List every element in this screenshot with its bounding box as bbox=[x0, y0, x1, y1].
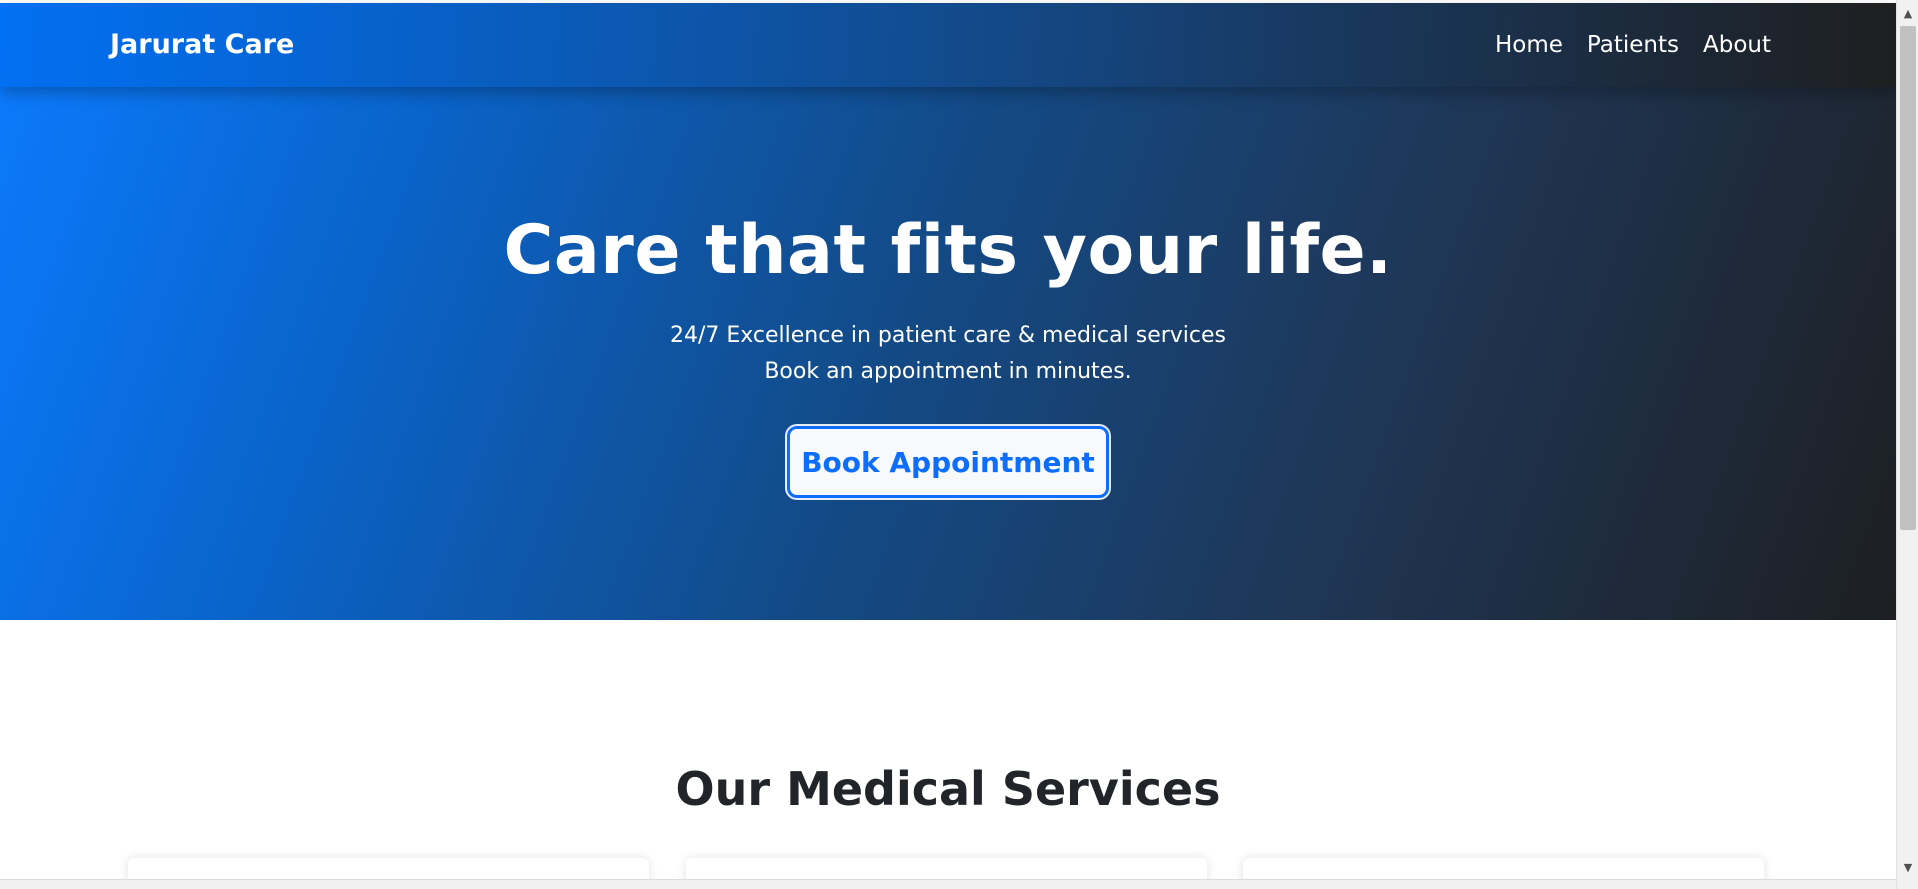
nav-link-home[interactable]: Home bbox=[1495, 32, 1563, 58]
page-viewport: Jarurat Care Home Patients About Care th… bbox=[0, 0, 1896, 879]
nav-links: Home Patients About bbox=[1495, 3, 1771, 87]
hero-section bbox=[0, 3, 1896, 620]
nav-link-patients[interactable]: Patients bbox=[1587, 32, 1679, 58]
service-card[interactable] bbox=[1243, 858, 1764, 879]
horizontal-scrollbar[interactable] bbox=[0, 879, 1896, 889]
scroll-up-arrow-icon[interactable]: ▲ bbox=[1901, 7, 1915, 21]
nav-link-about[interactable]: About bbox=[1703, 32, 1771, 58]
hero-title: Care that fits your life. bbox=[503, 211, 1393, 290]
top-navbar: Jarurat Care Home Patients About bbox=[0, 3, 1896, 87]
hero-subtitle-line-2: Book an appointment in minutes. bbox=[764, 359, 1132, 384]
vertical-scrollbar[interactable]: ▲ ▼ bbox=[1896, 0, 1918, 889]
scroll-down-arrow-icon[interactable]: ▼ bbox=[1901, 861, 1915, 875]
hero-subtitle: 24/7 Excellence in patient care & medica… bbox=[0, 318, 1896, 390]
brand-logo-link[interactable]: Jarurat Care bbox=[110, 3, 294, 87]
scrollbar-thumb[interactable] bbox=[1900, 26, 1916, 530]
book-appointment-button[interactable]: Book Appointment bbox=[787, 426, 1109, 498]
service-card[interactable] bbox=[128, 858, 649, 879]
services-section-title: Our Medical Services bbox=[675, 762, 1221, 816]
service-card[interactable] bbox=[686, 858, 1207, 879]
hero-subtitle-line-1: 24/7 Excellence in patient care & medica… bbox=[669, 323, 1227, 348]
